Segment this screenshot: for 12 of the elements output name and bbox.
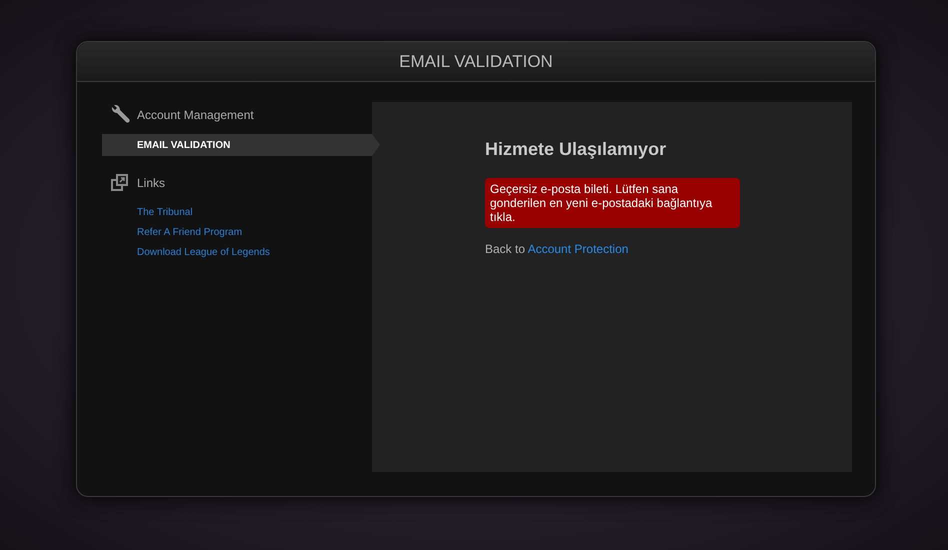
window-title: EMAIL VALIDATION [77, 42, 875, 82]
sidebar-link[interactable]: Download League of Legends [137, 246, 270, 260]
sidebar-link[interactable]: The Tribunal [137, 206, 193, 220]
account-protection-link[interactable]: Account Protection [528, 242, 628, 256]
section-title: Account Management [137, 107, 254, 124]
back-link-sentence: Back to Account Protection [485, 241, 630, 258]
error-message: Geçersiz e-posta bileti. Lütfen sana gonderilen en yeni e-postadaki bağlantıya tıkla. [485, 178, 740, 228]
error-heading: Hizmete Ulaşılamıyor [485, 138, 668, 161]
section-title: Links [137, 175, 166, 192]
nav-item-active[interactable]: EMAIL VALIDATION [102, 134, 380, 156]
sidebar-link[interactable]: Refer A Friend Program [137, 226, 242, 240]
external-link-icon [110, 174, 128, 192]
